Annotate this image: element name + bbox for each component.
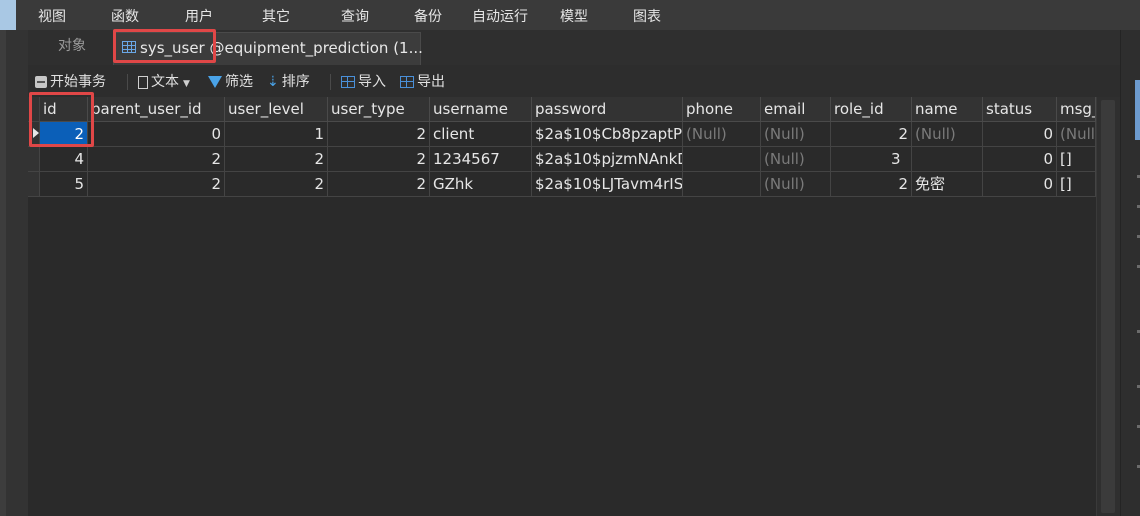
column-header-user-level[interactable]: user_level [225, 97, 328, 122]
table-cell-user-type[interactable]: 2 [328, 147, 430, 172]
table-cell-parent-user-id[interactable]: 0 [88, 122, 225, 147]
begin-transaction-button[interactable]: 开始事务 [35, 72, 106, 92]
import-icon [341, 76, 355, 88]
column-header-parent-user-id[interactable]: parent_user_id [88, 97, 225, 122]
column-header-phone[interactable]: phone [683, 97, 761, 122]
import-button[interactable]: 导入 [341, 72, 386, 92]
table-cell-username[interactable]: 1234567 [430, 147, 532, 172]
table-cell-phone[interactable] [683, 172, 761, 197]
table-cell-status[interactable]: 0 [983, 122, 1057, 147]
menu-item-users[interactable]: 用户 [185, 6, 213, 26]
right-panel-tab[interactable] [1135, 80, 1140, 140]
table-cell-role-id[interactable]: 3 [831, 147, 912, 172]
export-icon [400, 76, 414, 88]
sort-icon: ⇣ [267, 74, 279, 90]
table-cell-msg[interactable]: (Null [1057, 122, 1096, 147]
table-cell-user-type[interactable]: 2 [328, 122, 430, 147]
table-cell-role-id[interactable]: 2 [831, 172, 912, 197]
table-cell-role-id[interactable]: 2 [831, 122, 912, 147]
table-cell-msg[interactable]: [] [1057, 147, 1096, 172]
column-header-name[interactable]: name [912, 97, 983, 122]
column-header-password[interactable]: password [532, 97, 683, 122]
annotation-highlight-tab [113, 29, 216, 63]
document-icon [138, 75, 148, 89]
menu-item-query[interactable]: 查询 [341, 6, 369, 26]
table-cell-parent-user-id[interactable]: 2 [88, 147, 225, 172]
filter-button[interactable]: 筛选 [208, 72, 253, 92]
export-label: 导出 [417, 74, 445, 90]
table-cell-phone[interactable] [683, 147, 761, 172]
sort-label: 排序 [281, 74, 310, 90]
toolbar-separator [127, 74, 128, 90]
table-cell-password[interactable]: $2a$10$LJTavm4rISr [532, 172, 683, 197]
row-marker[interactable] [28, 172, 40, 197]
begin-transaction-label: 开始事务 [50, 74, 106, 90]
column-header-role-id[interactable]: role_id [831, 97, 912, 122]
table-cell-email[interactable]: (Null) [761, 122, 831, 147]
row-marker[interactable] [28, 147, 40, 172]
filter-icon [208, 76, 222, 88]
table-cell-password[interactable]: $2a$10$Cb8pzaptPL [532, 122, 683, 147]
vertical-scrollbar-thumb[interactable] [1101, 100, 1115, 513]
caret-down-icon: ▼ [183, 79, 190, 89]
table-cell-user-level[interactable]: 1 [225, 122, 328, 147]
table-cell-user-type[interactable]: 2 [328, 172, 430, 197]
column-header-msg[interactable]: msg_ [1057, 97, 1096, 122]
table-cell-password[interactable]: $2a$10$pjzmNAnkD [532, 147, 683, 172]
table-cell-name[interactable]: 免密 [912, 172, 983, 197]
window-accent [0, 0, 16, 30]
left-gutter-edge [0, 30, 6, 516]
menu-item-model[interactable]: 模型 [560, 6, 588, 26]
table-cell-username[interactable]: GZhk [430, 172, 532, 197]
table-cell-email[interactable]: (Null) [761, 147, 831, 172]
menu-item-other[interactable]: 其它 [262, 6, 290, 26]
column-header-username[interactable]: username [430, 97, 532, 122]
column-header-user-type[interactable]: user_type [328, 97, 430, 122]
table-cell-status[interactable]: 0 [983, 147, 1057, 172]
table-cell-name[interactable]: (Null) [912, 122, 983, 147]
menu-item-automation[interactable]: 自动运行 [472, 6, 528, 26]
transaction-icon [35, 76, 47, 88]
table-cell-parent-user-id[interactable]: 2 [88, 172, 225, 197]
menu-item-backup[interactable]: 备份 [414, 6, 442, 26]
annotation-highlight-id [29, 92, 94, 147]
table-cell-id[interactable]: 5 [40, 172, 88, 197]
column-header-email[interactable]: email [761, 97, 831, 122]
table-cell-user-level[interactable]: 2 [225, 172, 328, 197]
export-button[interactable]: 导出 [400, 72, 445, 92]
menu-item-functions[interactable]: 函数 [111, 6, 139, 26]
column-header-status[interactable]: status [983, 97, 1057, 122]
import-label: 导入 [358, 74, 386, 90]
tab-objects[interactable]: 对象 [28, 30, 116, 65]
sort-button[interactable]: ⇣ 排序 [267, 72, 310, 92]
text-menu-label: 文本 [151, 74, 179, 90]
table-cell-id[interactable]: 4 [40, 147, 88, 172]
table-cell-username[interactable]: client [430, 122, 532, 147]
table-cell-msg[interactable]: [] [1057, 172, 1096, 197]
filter-label: 筛选 [225, 74, 253, 90]
table-cell-phone[interactable]: (Null) [683, 122, 761, 147]
table-cell-name[interactable] [912, 147, 983, 172]
menu-item-view[interactable]: 视图 [38, 6, 66, 26]
table-cell-status[interactable]: 0 [983, 172, 1057, 197]
table-cell-email[interactable]: (Null) [761, 172, 831, 197]
table-cell-user-level[interactable]: 2 [225, 147, 328, 172]
menu-item-charts[interactable]: 图表 [633, 6, 661, 26]
toolbar-separator [330, 74, 331, 90]
text-menu-button[interactable]: 文本 ▼ [138, 72, 190, 92]
toolbar [28, 65, 1120, 97]
